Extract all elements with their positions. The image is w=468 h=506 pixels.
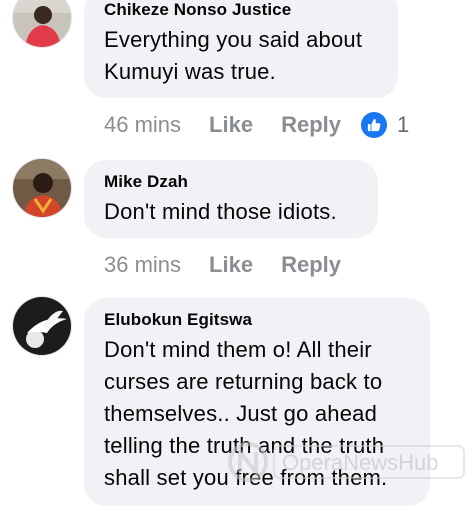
comment-actions: 46 mins Like Reply 1	[104, 112, 434, 138]
reply-button[interactable]: Reply	[281, 252, 341, 278]
like-button[interactable]: Like	[209, 112, 253, 138]
comment-text: Everything you said about Kumuyi was tru…	[104, 27, 363, 84]
comment-time[interactable]: 46 mins	[104, 112, 181, 138]
comment-text: Don't mind those idiots.	[104, 199, 337, 224]
comment-author[interactable]: Elubokun Egitswa	[104, 310, 410, 330]
comment-bubble: Mike Dzah Don't mind those idiots.	[84, 160, 378, 238]
avatar[interactable]	[12, 296, 72, 356]
comment-actions: 36 mins Like Reply	[104, 252, 341, 278]
avatar[interactable]	[12, 158, 72, 218]
comment-text: Don't mind them o! All their curses are …	[104, 337, 388, 490]
like-button[interactable]: Like	[209, 252, 253, 278]
comment-author[interactable]: Chikeze Nonso Justice	[104, 0, 378, 20]
reply-button[interactable]: Reply	[281, 112, 341, 138]
avatar[interactable]	[12, 0, 72, 48]
reaction-summary[interactable]: 1	[361, 112, 409, 138]
comment-time[interactable]: 36 mins	[104, 252, 181, 278]
comment-bubble: Chikeze Nonso Justice Everything you sai…	[84, 0, 398, 98]
comment-author[interactable]: Mike Dzah	[104, 172, 358, 192]
like-thumb-icon	[361, 112, 387, 138]
reaction-count: 1	[397, 112, 410, 137]
comment-bubble: Elubokun Egitswa Don't mind them o! All …	[84, 298, 430, 506]
